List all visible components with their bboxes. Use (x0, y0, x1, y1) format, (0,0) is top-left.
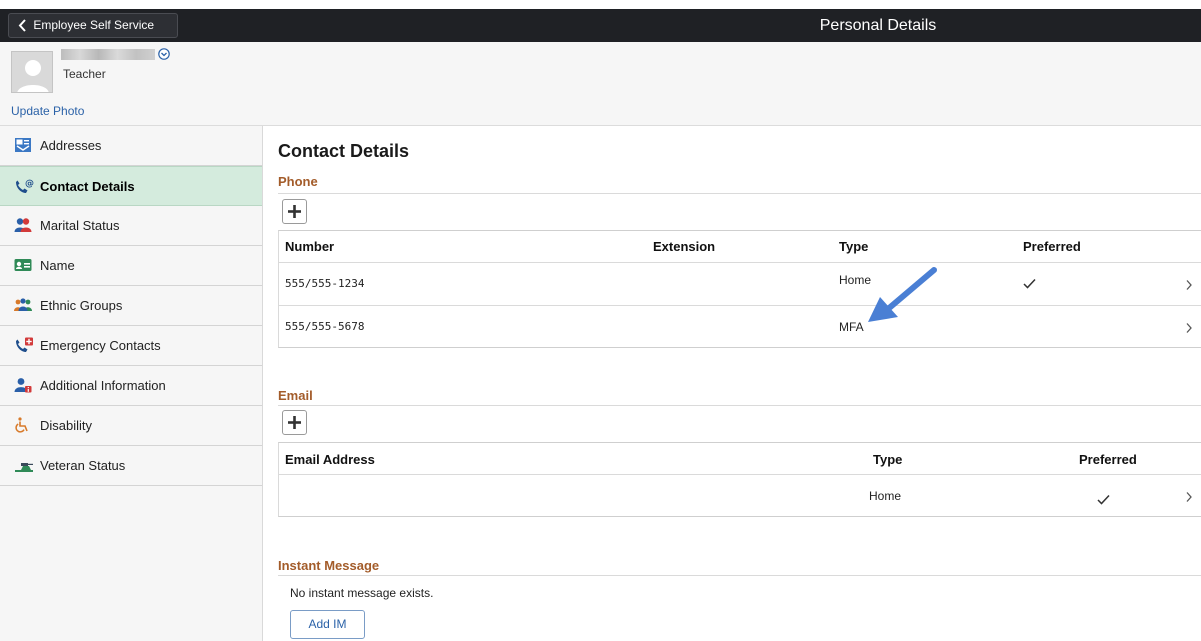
checkmark-icon (1023, 277, 1036, 292)
sidebar-item-emergency-contacts[interactable]: Emergency Contacts (0, 326, 262, 366)
table-row[interactable]: 555/555-1234 Home (279, 263, 1201, 305)
add-phone-button[interactable] (282, 199, 307, 224)
column-header-type: Type (873, 452, 903, 467)
top-bar: Employee Self Service Personal Details (0, 9, 1201, 42)
ethnic-groups-icon (14, 297, 32, 313)
table-row[interactable]: Home (279, 475, 1201, 517)
job-title: Teacher (63, 67, 106, 81)
sidebar-item-addresses[interactable]: Addresses (0, 126, 262, 166)
addresses-icon (14, 137, 32, 153)
veteran-status-icon (14, 457, 33, 473)
name-card-icon (14, 257, 32, 273)
column-header-type: Type (839, 239, 869, 254)
sidebar-item-label: Emergency Contacts (40, 338, 161, 353)
email-type: Home (869, 489, 902, 503)
sidebar-item-label: Contact Details (40, 179, 135, 194)
sidebar-item-label: Addresses (40, 138, 102, 153)
chevron-down-icon[interactable] (158, 48, 170, 60)
additional-info-icon (14, 377, 32, 393)
page-title: Personal Details (819, 17, 937, 34)
redacted-user-name (61, 49, 155, 60)
instant-message-group-title: Instant Message (278, 558, 380, 573)
chevron-right-icon (1185, 491, 1193, 503)
table-row[interactable]: 555/555-5678 MFA (279, 306, 1201, 348)
email-group-title: Email (278, 388, 313, 403)
plus-icon (288, 416, 301, 429)
chevron-right-icon (1185, 279, 1193, 291)
email-divider (278, 405, 1201, 406)
add-email-button[interactable] (282, 410, 307, 435)
column-header-number: Number (285, 239, 335, 254)
phone-table: Number Extension Type Preferred 555/555-… (278, 230, 1201, 348)
add-im-button[interactable]: Add IM (290, 610, 365, 639)
sidebar-item-label: Ethnic Groups (40, 298, 123, 313)
emergency-contacts-icon (14, 337, 33, 353)
sidebar-item-ethnic-groups[interactable]: Ethnic Groups (0, 286, 262, 326)
column-header-preferred: Preferred (1079, 452, 1137, 467)
sidebar-item-veteran-status[interactable]: Veteran Status (0, 446, 262, 486)
chevron-left-icon (18, 14, 30, 37)
phone-divider (278, 193, 1201, 194)
chevron-right-icon (1185, 322, 1193, 334)
no-instant-message-text: No instant message exists. (290, 586, 434, 600)
sidebar-item-marital-status[interactable]: Marital Status (0, 206, 262, 246)
sidebar: Addresses @ Contact Details Marital Stat… (0, 126, 263, 641)
sidebar-item-label: Veteran Status (40, 458, 126, 473)
avatar (11, 51, 53, 93)
sidebar-item-disability[interactable]: Disability (0, 406, 262, 446)
back-button-label: Employee Self Service (33, 18, 155, 32)
phone-group-title: Phone (278, 174, 318, 189)
profile-header: Teacher Update Photo (0, 42, 1201, 126)
column-header-preferred: Preferred (1023, 239, 1081, 254)
sidebar-item-label: Additional Information (40, 378, 166, 393)
annotation-arrow (860, 262, 944, 326)
column-header-extension: Extension (653, 239, 716, 254)
column-header-email-address: Email Address (285, 452, 375, 467)
back-button[interactable]: Employee Self Service (8, 13, 178, 38)
sidebar-item-label: Name (40, 258, 75, 273)
update-photo-link[interactable]: Update Photo (11, 104, 84, 118)
sidebar-item-contact-details[interactable]: @ Contact Details (0, 166, 262, 206)
disability-icon (14, 417, 32, 433)
section-title: Contact Details (278, 141, 410, 161)
sidebar-item-label: Disability (40, 418, 93, 433)
email-table: Email Address Type Preferred Home (278, 442, 1201, 517)
sidebar-item-additional-information[interactable]: Additional Information (0, 366, 262, 406)
phone-number: 555/555-1234 (285, 277, 365, 290)
checkmark-icon (1097, 493, 1110, 508)
marital-status-icon (14, 217, 32, 233)
instant-message-divider (278, 575, 1201, 576)
svg-text:@: @ (25, 179, 34, 189)
sidebar-item-label: Marital Status (40, 218, 120, 233)
phone-number: 555/555-5678 (285, 320, 365, 333)
plus-icon (288, 205, 301, 218)
contact-details-icon: @ (14, 178, 34, 194)
sidebar-item-name[interactable]: Name (0, 246, 262, 286)
